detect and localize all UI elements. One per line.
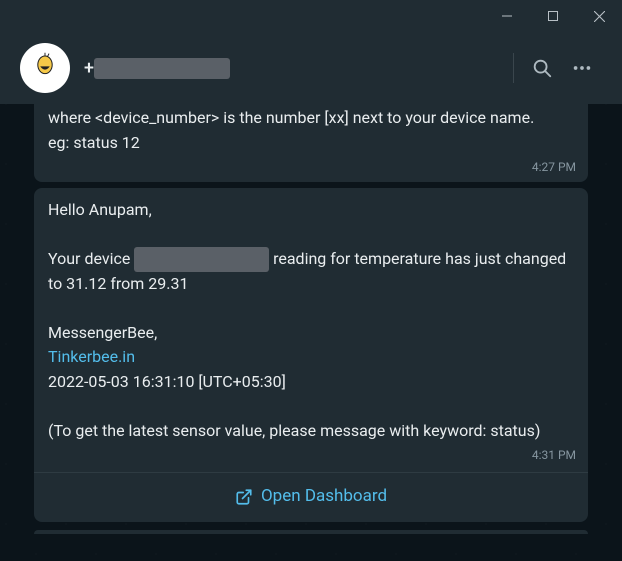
message-bubble[interactable]: Hello Anupam, Your device Old_Manipal_[3… (34, 188, 588, 522)
contact-avatar[interactable] (20, 43, 70, 93)
window-minimize-button[interactable] (484, 0, 530, 32)
message-greeting: Hello Anupam, (48, 198, 576, 223)
search-button[interactable] (522, 48, 562, 88)
window-maximize-button[interactable] (530, 0, 576, 32)
tinkerbee-link[interactable]: Tinkerbee.in (48, 347, 135, 366)
message-body: Your device Old_Manipal_[350] reading fo… (48, 247, 576, 297)
message-footer: (To get the latest sensor value, please … (48, 419, 576, 444)
contact-redacted: 91 96966 69374 (94, 58, 230, 79)
open-dashboard-button[interactable]: Open Dashboard (34, 472, 588, 515)
more-options-button[interactable] (562, 48, 602, 88)
message-text: eg: status 12 (48, 131, 576, 156)
external-link-icon (235, 488, 253, 506)
message-text: where <device_number> is the number [xx]… (48, 106, 576, 131)
more-icon (571, 57, 593, 79)
contact-prefix: + (84, 58, 94, 79)
message-signoff: MessengerBee, (48, 321, 576, 346)
messages-area: where <device_number> is the number [xx]… (0, 104, 622, 561)
contact-name[interactable]: +91 96966 69374 (84, 58, 507, 79)
chat-header: +91 96966 69374 (0, 32, 622, 104)
message-bubble[interactable]: where <device_number> is the number [xx]… (34, 104, 588, 182)
open-dashboard-label: Open Dashboard (261, 483, 387, 509)
window-close-button[interactable] (576, 0, 622, 32)
message-bubble-partial (34, 530, 588, 534)
message-timestamp-line: 2022-05-03 16:31:10 [UTC+05:30] (48, 370, 576, 395)
device-redacted: Old_Manipal_[350] (134, 247, 269, 272)
header-divider (513, 53, 514, 83)
message-time: 4:27 PM (48, 158, 576, 177)
message-time: 4:31 PM (48, 446, 576, 465)
window-titlebar (0, 0, 622, 32)
search-icon (531, 57, 553, 79)
